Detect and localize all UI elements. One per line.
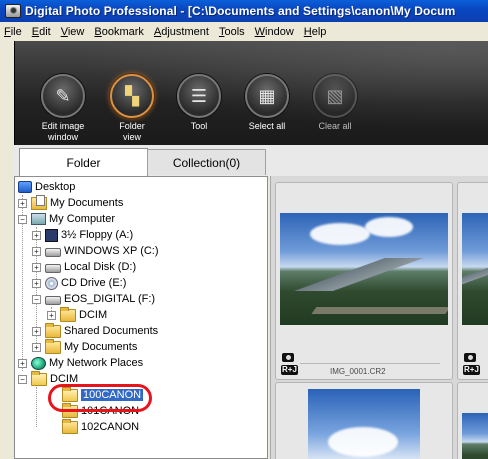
desktop-icon bbox=[18, 181, 32, 193]
cloud-shape bbox=[365, 217, 413, 237]
collapse-icon[interactable]: − bbox=[32, 294, 41, 304]
tree-item-windows-xp[interactable]: + WINDOWS XP (C:) bbox=[32, 243, 159, 259]
floppy-drive-icon bbox=[45, 228, 58, 242]
tree-item-local-disk[interactable]: + Local Disk (D:) bbox=[32, 259, 136, 275]
menu-bookmark[interactable]: Bookmark bbox=[89, 26, 149, 38]
tree-item-my-documents-sub[interactable]: + My Documents bbox=[32, 338, 137, 355]
tree-line bbox=[36, 387, 37, 427]
tool-icon: ☰ bbox=[177, 74, 221, 118]
select-all-icon: ▦ bbox=[245, 74, 289, 118]
thumbnail-card[interactable]: R+J IMG_0001.CR2 bbox=[275, 182, 453, 380]
tree-item-my-computer[interactable]: − My Computer bbox=[18, 211, 115, 227]
thumbnail-grid: R+J IMG_0001.CR2 R+J bbox=[270, 176, 488, 459]
menu-adjustment[interactable]: Adjustment bbox=[149, 26, 214, 38]
camera-icon bbox=[464, 353, 476, 362]
folder-icon bbox=[62, 418, 78, 434]
edit-image-window-button[interactable]: ✎ Edit image window bbox=[35, 74, 91, 143]
open-folder-icon bbox=[31, 370, 47, 386]
removable-drive-icon bbox=[45, 295, 61, 305]
folder-tree: Desktop + My Documents − My Computer + 3… bbox=[14, 176, 268, 459]
menu-tools[interactable]: Tools bbox=[214, 26, 250, 38]
photo-thumbnail bbox=[462, 413, 488, 459]
road-shape bbox=[311, 307, 448, 314]
mountain-shape bbox=[462, 257, 488, 292]
edit-image-icon: ✎ bbox=[41, 74, 85, 118]
panel-tabs: Folder Collection(0) bbox=[14, 145, 488, 176]
title-bar[interactable]: Digital Photo Professional - [C:\Documen… bbox=[0, 0, 488, 22]
thumbnail-card[interactable] bbox=[457, 382, 488, 459]
network-places-icon bbox=[31, 356, 46, 370]
photo-thumbnail bbox=[280, 213, 448, 325]
menu-view[interactable]: View bbox=[56, 26, 90, 38]
expand-icon[interactable]: + bbox=[32, 326, 41, 336]
menu-help[interactable]: Help bbox=[299, 26, 332, 38]
folder-icon bbox=[45, 338, 61, 354]
expand-icon[interactable]: + bbox=[32, 278, 41, 288]
window-title: Digital Photo Professional - [C:\Documen… bbox=[25, 4, 456, 18]
raw-jpeg-badge: R+J bbox=[281, 365, 298, 375]
expand-icon[interactable]: + bbox=[18, 198, 27, 208]
expand-icon[interactable]: + bbox=[32, 342, 41, 352]
menu-window[interactable]: Window bbox=[250, 26, 299, 38]
raw-jpeg-badge: R+J bbox=[463, 365, 480, 375]
select-all-button[interactable]: ▦ Select all bbox=[239, 74, 295, 132]
application-window: Digital Photo Professional - [C:\Documen… bbox=[0, 0, 488, 459]
folder-icon bbox=[60, 306, 76, 322]
tool-button[interactable]: ☰ Tool bbox=[171, 74, 227, 132]
collapse-icon[interactable]: − bbox=[18, 374, 27, 384]
tree-item-eos-digital[interactable]: − EOS_DIGITAL (F:) bbox=[32, 291, 155, 307]
folder-icon bbox=[45, 322, 61, 338]
thumbnail-card[interactable] bbox=[275, 382, 453, 459]
photo-thumbnail bbox=[462, 213, 488, 325]
tree-item-dcim-f[interactable]: + DCIM bbox=[47, 306, 107, 323]
file-name: IMG_0001.CR2 bbox=[330, 367, 386, 376]
select-all-label: Select all bbox=[248, 121, 286, 131]
expand-icon[interactable]: + bbox=[32, 230, 41, 240]
thumbnail-card[interactable]: R+J bbox=[457, 182, 488, 380]
toolbar: ✎ Edit image window ▚ Folder view ☰ Tool ▦ bbox=[14, 41, 488, 145]
highlight-circle bbox=[48, 384, 152, 412]
collapse-icon[interactable]: − bbox=[18, 214, 27, 224]
tree-item-cd-drive[interactable]: + CD Drive (E:) bbox=[32, 275, 126, 291]
documents-folder-icon bbox=[31, 194, 47, 210]
folder-view-button[interactable]: ▚ Folder view bbox=[104, 74, 160, 143]
tree-item-desktop[interactable]: Desktop bbox=[18, 179, 75, 195]
hard-drive-icon bbox=[45, 247, 61, 257]
tool-label: Tool bbox=[190, 121, 208, 131]
expand-icon[interactable]: + bbox=[47, 310, 56, 320]
folder-view-label: Folder view bbox=[119, 121, 145, 142]
tree-item-network-places[interactable]: + My Network Places bbox=[18, 355, 143, 371]
camera-icon bbox=[282, 353, 294, 362]
cloud-shape bbox=[310, 223, 370, 245]
camera-app-icon bbox=[5, 4, 21, 18]
tree-item-floppy[interactable]: + 3½ Floppy (A:) bbox=[32, 227, 133, 243]
clear-all-button[interactable]: ▧ Clear all bbox=[307, 74, 363, 132]
hard-drive-icon bbox=[45, 263, 61, 273]
clear-all-label: Clear all bbox=[318, 121, 352, 131]
divider bbox=[300, 363, 440, 364]
photo-thumbnail bbox=[308, 389, 420, 459]
clear-all-icon: ▧ bbox=[313, 74, 357, 118]
computer-icon bbox=[31, 213, 46, 225]
cd-drive-icon bbox=[45, 276, 58, 290]
menu-bar: File Edit View Bookmark Adjustment Tools Windo… bbox=[0, 22, 488, 41]
expand-icon[interactable]: + bbox=[32, 246, 41, 256]
edit-image-label: Edit image window bbox=[41, 121, 85, 142]
menu-file[interactable]: File bbox=[0, 26, 27, 38]
tree-item-my-documents[interactable]: + My Documents bbox=[18, 194, 123, 211]
cloud-shape bbox=[328, 427, 398, 457]
folder-view-icon: ▚ bbox=[110, 74, 154, 118]
expand-icon[interactable]: + bbox=[18, 358, 27, 368]
tab-folder[interactable]: Folder bbox=[19, 148, 148, 176]
expand-icon[interactable]: + bbox=[32, 262, 41, 272]
tab-collection[interactable]: Collection(0) bbox=[147, 149, 266, 175]
menu-edit[interactable]: Edit bbox=[27, 26, 56, 38]
tree-item-shared-documents[interactable]: + Shared Documents bbox=[32, 322, 158, 339]
tree-item-102canon[interactable]: 102CANON bbox=[62, 418, 139, 435]
mountain-shape bbox=[280, 257, 448, 292]
